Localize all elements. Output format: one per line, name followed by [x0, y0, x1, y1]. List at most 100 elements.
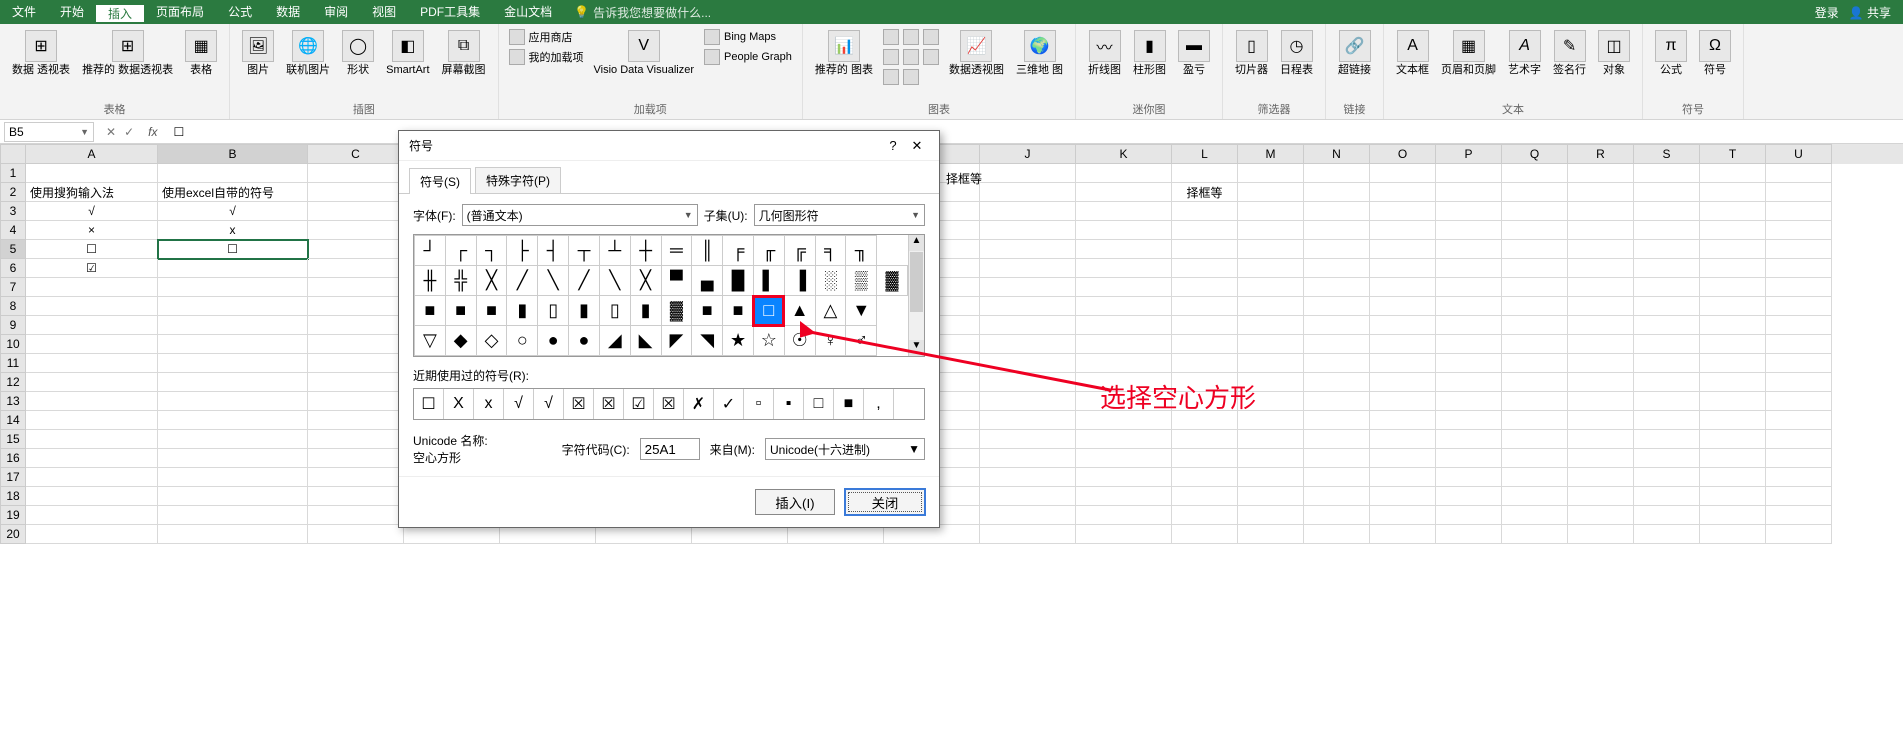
symbol-cell[interactable]: ●: [569, 326, 600, 356]
cell-U19[interactable]: [1766, 506, 1832, 525]
cell-Q15[interactable]: [1502, 430, 1568, 449]
cell-R13[interactable]: [1568, 392, 1634, 411]
symbol-cell[interactable]: ▌: [753, 266, 784, 296]
cell-O7[interactable]: [1370, 278, 1436, 297]
row-header-15[interactable]: 15: [0, 430, 26, 449]
cell-P20[interactable]: [1436, 525, 1502, 544]
cell-Q1[interactable]: [1502, 164, 1568, 183]
cell-N12[interactable]: [1304, 373, 1370, 392]
cell-M10[interactable]: [1238, 335, 1304, 354]
symbol-cell[interactable]: ╔: [784, 236, 815, 266]
cell-P4[interactable]: [1436, 221, 1502, 240]
cell-O1[interactable]: [1370, 164, 1436, 183]
symbol-cell[interactable]: ╲: [538, 266, 569, 296]
cell-R12[interactable]: [1568, 373, 1634, 392]
cell-M20[interactable]: [1238, 525, 1304, 544]
screenshot-button[interactable]: ⧉屏幕截图: [438, 28, 490, 78]
cell-O8[interactable]: [1370, 297, 1436, 316]
recent-symbol[interactable]: ▪: [774, 389, 804, 419]
cell-L6[interactable]: [1172, 259, 1238, 278]
cell-C15[interactable]: [308, 430, 404, 449]
cell-S5[interactable]: [1634, 240, 1700, 259]
cell-U11[interactable]: [1766, 354, 1832, 373]
cell-J10[interactable]: [980, 335, 1076, 354]
row-header-2[interactable]: 2: [0, 183, 26, 202]
cell-J5[interactable]: [980, 240, 1076, 259]
col-header-K[interactable]: K: [1076, 144, 1172, 164]
chart-type-2[interactable]: [881, 48, 941, 66]
col-header-M[interactable]: M: [1238, 144, 1304, 164]
cell-J2[interactable]: [980, 183, 1076, 202]
cell-T19[interactable]: [1700, 506, 1766, 525]
cell-S7[interactable]: [1634, 278, 1700, 297]
symbol-cell[interactable]: ◇: [476, 326, 507, 356]
cell-Q10[interactable]: [1502, 335, 1568, 354]
cell-K7[interactable]: [1076, 278, 1172, 297]
pivot-table-button[interactable]: ⊞数据 透视表: [8, 28, 74, 78]
col-header-U[interactable]: U: [1766, 144, 1832, 164]
menu-pdf[interactable]: PDF工具集: [408, 3, 492, 22]
recent-symbol[interactable]: ✗: [684, 389, 714, 419]
bing-maps-button[interactable]: Bing Maps: [702, 28, 794, 46]
cell-U10[interactable]: [1766, 335, 1832, 354]
cell-O12[interactable]: [1370, 373, 1436, 392]
cell-J16[interactable]: [980, 449, 1076, 468]
symbol-cell[interactable]: █: [723, 266, 754, 296]
symbol-cell[interactable]: ■: [476, 296, 507, 326]
font-select[interactable]: (普通文本) ▼: [462, 204, 698, 226]
select-all-corner[interactable]: [0, 144, 26, 164]
menu-data[interactable]: 数据: [264, 3, 312, 22]
cell-U5[interactable]: [1766, 240, 1832, 259]
symbol-cell[interactable]: ◆: [445, 326, 476, 356]
sparkline-winloss-button[interactable]: ▬盈亏: [1174, 28, 1214, 78]
cell-T3[interactable]: [1700, 202, 1766, 221]
cell-J6[interactable]: [980, 259, 1076, 278]
cell-Q13[interactable]: [1502, 392, 1568, 411]
chart-type-1[interactable]: [881, 28, 941, 46]
cell-C3[interactable]: [308, 202, 404, 221]
cell-O13[interactable]: [1370, 392, 1436, 411]
cell-P15[interactable]: [1436, 430, 1502, 449]
row-header-1[interactable]: 1: [0, 164, 26, 183]
cell-Q2[interactable]: [1502, 183, 1568, 202]
cell-A13[interactable]: [26, 392, 158, 411]
row-header-18[interactable]: 18: [0, 487, 26, 506]
cell-S19[interactable]: [1634, 506, 1700, 525]
cell-O18[interactable]: [1370, 487, 1436, 506]
cell-Q17[interactable]: [1502, 468, 1568, 487]
cell-L4[interactable]: [1172, 221, 1238, 240]
symbol-cell[interactable]: ▒: [846, 266, 877, 296]
cell-P6[interactable]: [1436, 259, 1502, 278]
cell-O5[interactable]: [1370, 240, 1436, 259]
cell-B20[interactable]: [158, 525, 308, 544]
cell-B13[interactable]: [158, 392, 308, 411]
col-header-C[interactable]: C: [308, 144, 404, 164]
symbol-cell[interactable]: ★: [723, 326, 754, 356]
cell-P1[interactable]: [1436, 164, 1502, 183]
scroll-up-icon[interactable]: ▲: [909, 235, 924, 251]
cell-A15[interactable]: [26, 430, 158, 449]
col-header-T[interactable]: T: [1700, 144, 1766, 164]
cell-R6[interactable]: [1568, 259, 1634, 278]
cell-K16[interactable]: [1076, 449, 1172, 468]
cell-B6[interactable]: [158, 259, 308, 278]
recent-symbol[interactable]: ■: [834, 389, 864, 419]
cell-L5[interactable]: [1172, 240, 1238, 259]
cell-N11[interactable]: [1304, 354, 1370, 373]
cell-L15[interactable]: [1172, 430, 1238, 449]
symbol-cell[interactable]: ▓: [877, 266, 908, 296]
cell-T13[interactable]: [1700, 392, 1766, 411]
symbol-cell[interactable]: ┤: [538, 236, 569, 266]
symbol-cell[interactable]: ■: [692, 296, 723, 326]
cell-B17[interactable]: [158, 468, 308, 487]
row-header-5[interactable]: 5: [0, 240, 26, 259]
cell-O14[interactable]: [1370, 411, 1436, 430]
cell-B18[interactable]: [158, 487, 308, 506]
cell-U20[interactable]: [1766, 525, 1832, 544]
row-header-3[interactable]: 3: [0, 202, 26, 221]
cell-T5[interactable]: [1700, 240, 1766, 259]
header-footer-button[interactable]: ▦页眉和页脚: [1437, 28, 1500, 78]
cell-P16[interactable]: [1436, 449, 1502, 468]
cell-K4[interactable]: [1076, 221, 1172, 240]
symbol-cell[interactable]: ◢: [599, 326, 630, 356]
